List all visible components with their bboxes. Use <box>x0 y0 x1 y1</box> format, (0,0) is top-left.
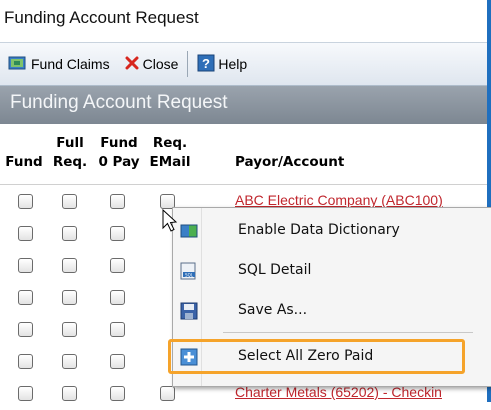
fund-checkbox[interactable] <box>18 322 33 337</box>
fund-claims-label: Fund Claims <box>31 56 110 72</box>
menu-item-sql-detail[interactable]: SQL SQL Detail <box>173 252 491 288</box>
column-header-line2: Payor/Account <box>235 154 345 170</box>
fund-checkbox[interactable] <box>18 290 33 305</box>
svg-text:?: ? <box>202 56 210 71</box>
column-header-line2: Req. <box>52 154 88 170</box>
column-header-line2: 0 Pay <box>98 154 140 170</box>
save-icon <box>179 301 198 320</box>
window-titlebar: Funding Account Request <box>0 0 491 402</box>
help-icon: ? <box>197 54 215 75</box>
header-divider <box>0 184 487 185</box>
payor-account-link[interactable]: ABC Electric Company (ABC100) <box>235 192 443 208</box>
full-req-checkbox[interactable] <box>62 194 77 209</box>
menu-item-enable-data-dictionary[interactable]: Enable Data Dictionary <box>173 212 491 248</box>
column-header-line1: Req. <box>152 135 188 151</box>
menu-item-label: Enable Data Dictionary <box>238 222 400 238</box>
full-req-checkbox[interactable] <box>62 354 77 369</box>
toolbar: Fund Claims Close ? Help <box>0 42 487 86</box>
toolbar-separator <box>187 51 189 77</box>
fund-checkbox[interactable] <box>18 354 33 369</box>
fund-0-pay-checkbox[interactable] <box>110 386 125 401</box>
fund-checkbox[interactable] <box>18 258 33 273</box>
fund-0-pay-checkbox[interactable] <box>110 322 125 337</box>
section-header: Funding Account Request <box>0 86 487 124</box>
close-button[interactable]: Close <box>120 49 183 79</box>
column-header-full-req[interactable]: Full Req. <box>49 134 91 172</box>
mouse-cursor-icon <box>162 208 178 237</box>
full-req-checkbox[interactable] <box>62 322 77 337</box>
sql-detail-icon: SQL <box>179 261 197 280</box>
window-title: Funding Account Request <box>4 8 199 27</box>
fund-0-pay-checkbox[interactable] <box>110 354 125 369</box>
column-header-line2: Fund <box>5 154 43 170</box>
close-icon <box>124 55 140 74</box>
column-header-line1 <box>4 134 44 153</box>
full-req-checkbox[interactable] <box>62 290 77 305</box>
full-req-checkbox[interactable] <box>62 386 77 401</box>
fund-claims-icon <box>8 55 28 74</box>
column-header-fund-0-pay[interactable]: Fund 0 Pay <box>94 134 144 172</box>
menu-item-label: SQL Detail <box>238 262 312 278</box>
svg-text:SQL: SQL <box>185 273 194 278</box>
menu-item-save-as[interactable]: Save As... <box>173 292 491 328</box>
fund-0-pay-checkbox[interactable] <box>110 226 125 241</box>
column-header-fund[interactable]: Fund <box>4 134 44 172</box>
fund-0-pay-checkbox[interactable] <box>110 194 125 209</box>
fund-checkbox[interactable] <box>18 226 33 241</box>
close-label: Close <box>142 56 179 72</box>
fund-checkbox[interactable] <box>18 194 33 209</box>
column-header-line1: Fund <box>100 135 138 151</box>
highlight-callout <box>168 339 465 374</box>
req-email-checkbox[interactable] <box>160 386 175 401</box>
menu-separator <box>223 332 473 333</box>
section-title: Funding Account Request <box>10 92 228 113</box>
full-req-checkbox[interactable] <box>62 258 77 273</box>
column-header-line1 <box>235 134 385 153</box>
menu-item-label: Save As... <box>238 302 308 318</box>
fund-claims-button[interactable]: Fund Claims <box>4 49 114 79</box>
column-header-line2: EMail <box>149 154 191 170</box>
column-header-payor-account[interactable]: Payor/Account <box>235 134 385 172</box>
fund-0-pay-checkbox[interactable] <box>110 290 125 305</box>
help-button[interactable]: ? Help <box>193 49 251 79</box>
column-header-line1: Full <box>56 135 84 151</box>
full-req-checkbox[interactable] <box>62 226 77 241</box>
help-label: Help <box>218 56 248 72</box>
fund-0-pay-checkbox[interactable] <box>110 258 125 273</box>
fund-checkbox[interactable] <box>18 386 33 401</box>
data-dictionary-icon <box>179 221 198 239</box>
column-header-req-email[interactable]: Req. EMail <box>146 134 194 172</box>
